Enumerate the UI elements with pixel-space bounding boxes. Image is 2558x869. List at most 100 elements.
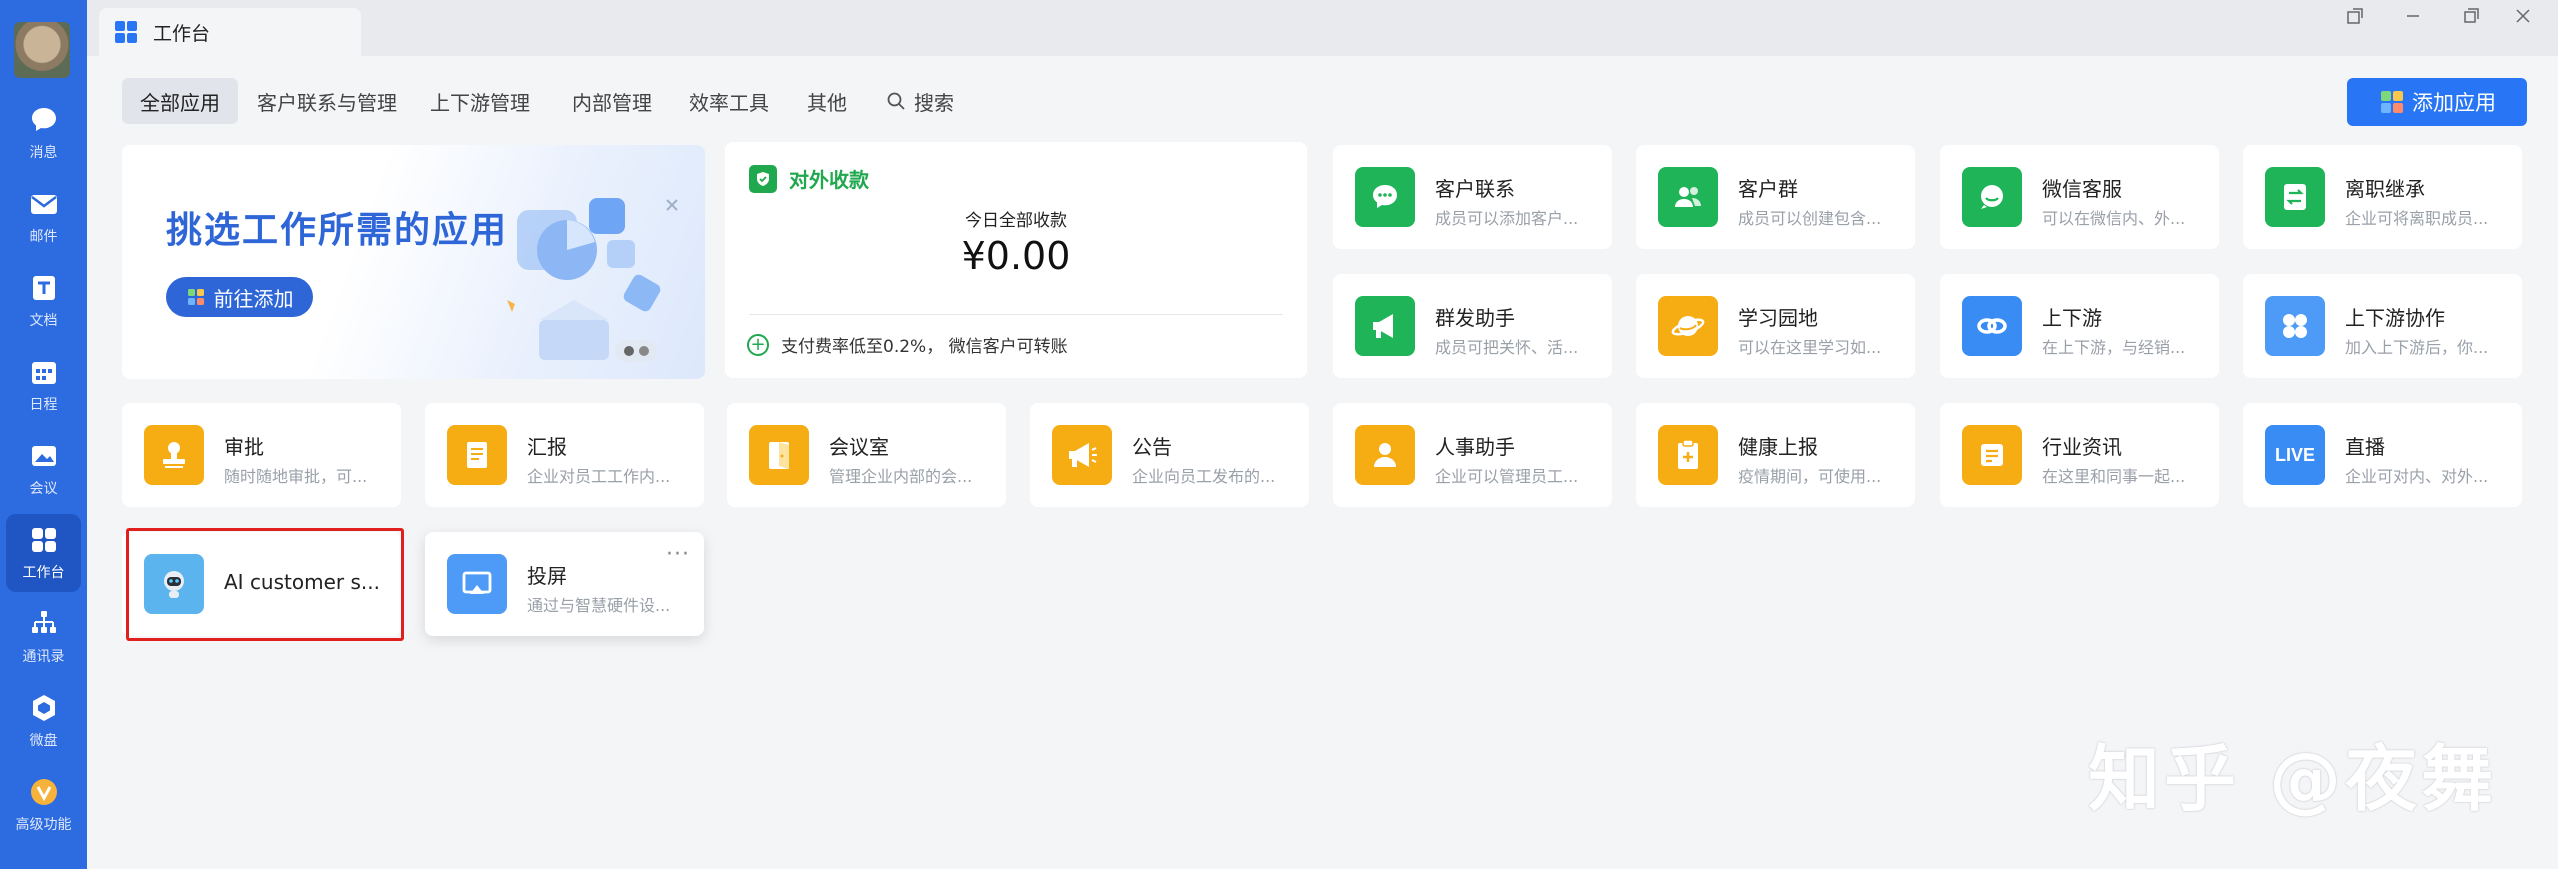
payment-card[interactable]: 对外收款 今日全部收款 ¥0.00 + 支付费率低至0.2%， 微信客户可转账 xyxy=(725,142,1307,378)
payment-footer-text: 支付费率低至0.2%， 微信客户可转账 xyxy=(781,337,1068,357)
sidebar-item-messages[interactable]: 消息 xyxy=(6,94,81,172)
app-card-report[interactable]: 汇报 企业对员工工作内... xyxy=(425,403,704,507)
search-button[interactable]: 搜索 xyxy=(872,78,968,124)
app-card-hr-assistant[interactable]: 人事助手 企业可以管理员工... xyxy=(1333,403,1612,507)
app-desc: 疫情期间，可使用... xyxy=(1738,467,1882,486)
app-name: 上下游 xyxy=(2042,306,2102,330)
popout-icon[interactable] xyxy=(2341,2,2369,30)
app-name: 公告 xyxy=(1132,435,1172,459)
app-name: 会议室 xyxy=(829,435,889,459)
window-titlebar: 工作台 xyxy=(87,0,2558,56)
sidebar-item-meeting[interactable]: 会议 xyxy=(6,430,81,508)
clover-icon xyxy=(2265,296,2325,356)
app-desc: 成员可把关怀、活... xyxy=(1435,338,1579,357)
highlight-box xyxy=(126,528,404,641)
sidebar-item-calendar[interactable]: 日程 xyxy=(6,346,81,424)
banner-illustration-icon xyxy=(507,198,678,362)
tab-customer-management[interactable]: 客户联系与管理 xyxy=(248,78,406,124)
payment-amount: ¥0.00 xyxy=(961,234,1071,278)
app-desc: 企业可将离职成员... xyxy=(2345,209,2489,228)
app-card-approval[interactable]: 审批 随时随地审批，可... xyxy=(122,403,401,507)
app-card-industry-news[interactable]: 行业资讯 在这里和同事一起... xyxy=(1940,403,2219,507)
app-desc: 企业可以管理员工... xyxy=(1435,467,1579,486)
app-card-learning[interactable]: 学习园地 可以在这里学习如... xyxy=(1636,274,1915,378)
sidebar-item-mail[interactable]: 邮件 xyxy=(6,178,81,256)
app-desc: 随时随地审批，可... xyxy=(224,467,368,486)
payment-title: 对外收款 xyxy=(789,168,869,192)
app-card-customer-group[interactable]: 客户群 成员可以创建包含... xyxy=(1636,145,1915,249)
app-name: 汇报 xyxy=(527,435,567,459)
app-card-wechat-service[interactable]: 微信客服 可以在微信内、外... xyxy=(1940,145,2219,249)
megaphone-icon xyxy=(1355,296,1415,356)
planet-icon xyxy=(1658,296,1718,356)
app-name: 学习园地 xyxy=(1738,306,1818,330)
tab-all-apps[interactable]: 全部应用 xyxy=(122,78,238,124)
app-card-live[interactable]: LIVE 直播 企业可对内、对外... xyxy=(2243,403,2522,507)
app-name: 直播 xyxy=(2345,435,2385,459)
sidebar-item-label: 日程 xyxy=(29,397,58,413)
divider xyxy=(749,314,1283,315)
app-card-upstream-collab[interactable]: 上下游协作 加入上下游后，你... xyxy=(2243,274,2522,378)
app-desc: 企业对员工工作内... xyxy=(527,467,671,486)
app-card-resign-inherit[interactable]: 离职继承 企业可将离职成员... xyxy=(2243,145,2522,249)
app-desc: 成员可以创建包含... xyxy=(1738,209,1882,228)
restore-icon[interactable] xyxy=(2457,2,2485,30)
advanced-icon xyxy=(30,779,57,805)
sidebar-item-advanced[interactable]: 高级功能 xyxy=(6,766,81,844)
app-name: 行业资讯 xyxy=(2042,435,2122,459)
more-options-icon[interactable]: ··· xyxy=(666,542,690,567)
sidebar-item-workbench[interactable]: 工作台 xyxy=(6,514,81,592)
app-desc: 成员可以添加客户... xyxy=(1435,209,1579,228)
app-name: 审批 xyxy=(224,435,264,459)
sidebar-item-drive[interactable]: 微盘 xyxy=(6,682,81,760)
tab-internal-management[interactable]: 内部管理 xyxy=(555,78,669,124)
sidebar: 消息 邮件 文档 日程 会议 工作台 通讯录 微盘 高级功能 xyxy=(0,0,87,869)
payment-footer[interactable]: + 支付费率低至0.2%， 微信客户可转账 xyxy=(747,332,1068,357)
app-name: 客户群 xyxy=(1738,177,1798,201)
window-tab-workbench[interactable]: 工作台 xyxy=(99,8,361,56)
app-desc: 企业可对内、对外... xyxy=(2345,467,2489,486)
app-desc: 可以在微信内、外... xyxy=(2042,209,2186,228)
tab-upstream-management[interactable]: 上下游管理 xyxy=(420,78,540,124)
app-name: 客户联系 xyxy=(1435,177,1515,201)
sidebar-item-label: 通讯录 xyxy=(22,649,65,665)
app-card-announcement[interactable]: 公告 企业向员工发布的... xyxy=(1030,403,1309,507)
sidebar-item-docs[interactable]: 文档 xyxy=(6,262,81,340)
apps-grid-icon xyxy=(187,289,204,305)
app-card-health-report[interactable]: 健康上报 疫情期间，可使用... xyxy=(1636,403,1915,507)
workbench-icon xyxy=(115,21,137,43)
payment-shield-icon xyxy=(749,164,777,193)
sidebar-item-label: 会议 xyxy=(29,481,58,497)
go-add-button[interactable]: 前往添加 xyxy=(166,277,313,317)
sidebar-item-label: 高级功能 xyxy=(15,817,72,833)
minimize-icon[interactable] xyxy=(2399,2,2427,30)
contacts-icon xyxy=(31,611,56,633)
app-name: 离职继承 xyxy=(2345,177,2425,201)
avatar[interactable] xyxy=(14,22,70,78)
sidebar-item-label: 文档 xyxy=(29,313,58,329)
app-card-mass-send[interactable]: 群发助手 成员可把关怀、活... xyxy=(1333,274,1612,378)
transfer-icon xyxy=(2265,167,2325,227)
screen-cast-icon xyxy=(447,554,507,614)
tab-other[interactable]: 其他 xyxy=(792,78,862,124)
app-name: 投屏 xyxy=(527,564,567,588)
app-card-meeting-room[interactable]: 会议室 管理企业内部的会... xyxy=(727,403,1006,507)
app-name: 人事助手 xyxy=(1435,435,1515,459)
sidebar-item-label: 微盘 xyxy=(29,733,58,749)
add-app-button[interactable]: 添加应用 xyxy=(2347,78,2527,126)
search-icon xyxy=(887,92,905,110)
meeting-icon xyxy=(31,446,56,466)
app-desc: 在这里和同事一起... xyxy=(2042,467,2186,486)
search-label: 搜索 xyxy=(914,90,954,115)
chat-bubble-icon xyxy=(1355,167,1415,227)
tab-efficiency-tools[interactable]: 效率工具 xyxy=(680,78,778,124)
app-name: 上下游协作 xyxy=(2345,306,2445,330)
app-card-customer-contact[interactable]: 客户联系 成员可以添加客户... xyxy=(1333,145,1612,249)
close-icon[interactable] xyxy=(2509,2,2537,30)
app-card-screen-cast[interactable]: 投屏 通过与智慧硬件设... ··· xyxy=(425,532,704,636)
app-desc: 通过与智慧硬件设... xyxy=(527,596,671,615)
apps-grid-icon xyxy=(2381,91,2403,113)
sidebar-item-contacts[interactable]: 通讯录 xyxy=(6,598,81,676)
tab-title: 工作台 xyxy=(153,22,211,45)
app-card-upstream[interactable]: 上下游 在上下游，与经销... xyxy=(1940,274,2219,378)
